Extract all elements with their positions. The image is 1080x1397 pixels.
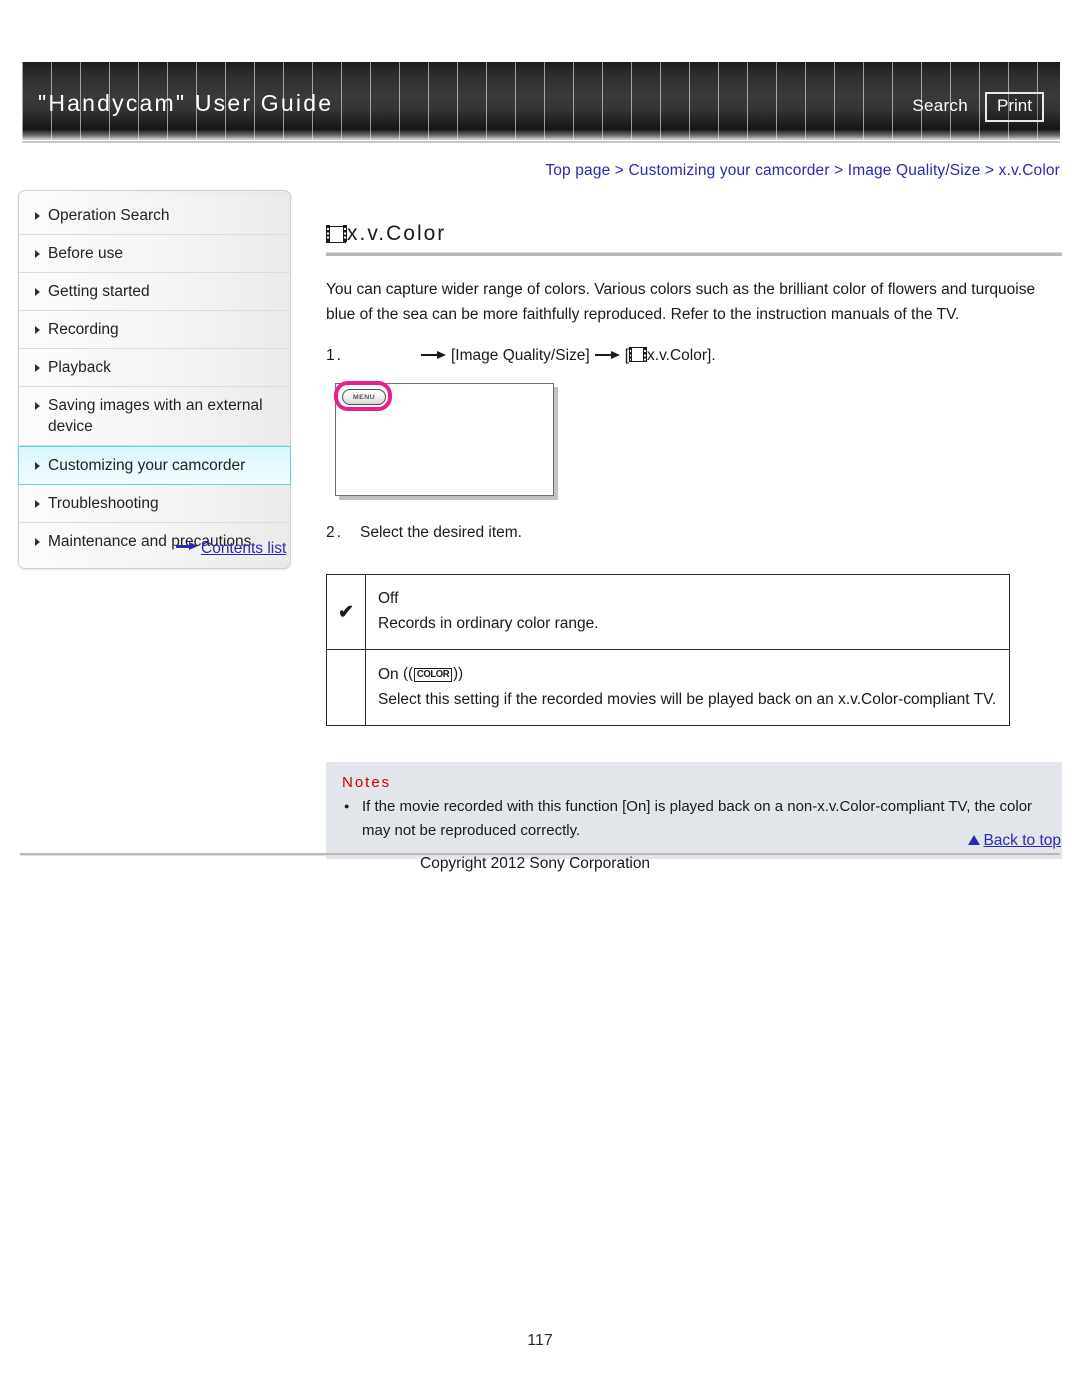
sidebar-item-getting-started[interactable]: Getting started xyxy=(19,273,290,311)
page-number: 117 xyxy=(527,1332,553,1349)
site-title: "Handycam" User Guide xyxy=(38,90,334,116)
camcorder-screen-illustration: MENU xyxy=(334,381,554,496)
menu-highlight-ring xyxy=(334,381,392,411)
option-cell: On ((COLOR)) Select this setting if the … xyxy=(365,649,1010,726)
movie-film-icon xyxy=(628,346,647,362)
table-row[interactable]: ✔ Off Records in ordinary color range. xyxy=(326,574,1010,650)
breadcrumb[interactable]: Top page > Customizing your camcorder > … xyxy=(545,162,1060,180)
sidebar-item-label: Before use xyxy=(48,245,123,262)
sidebar-item-label: Customizing your camcorder xyxy=(48,457,246,474)
options-table: ✔ Off Records in ordinary color range. O… xyxy=(326,574,1010,726)
title-divider xyxy=(326,252,1062,256)
step-1-part2: x.v.Color]. xyxy=(647,347,716,364)
option-description: Records in ordinary color range. xyxy=(378,615,599,632)
triangle-up-icon xyxy=(968,835,981,845)
sidebar-item-customizing-your-camcorder[interactable]: Customizing your camcorder xyxy=(18,446,291,485)
main-content: x.v.Color You can capture wider range of… xyxy=(325,222,1062,859)
arrow-right-icon xyxy=(421,350,446,359)
step-1-part1: [Image Quality/Size] xyxy=(451,347,590,364)
sidebar-item-label: Recording xyxy=(48,321,119,338)
step-1: 1. [Image Quality/Size][x.v.Color]. xyxy=(326,343,1062,368)
back-to-top-link[interactable]: Back to top xyxy=(968,832,1061,850)
paren-close: )) xyxy=(453,665,464,682)
back-to-top-label: Back to top xyxy=(983,832,1061,849)
arrow-right-icon xyxy=(176,542,198,551)
notes-box: Notes If the movie recorded with this fu… xyxy=(326,762,1062,859)
step-2: 2. Select the desired item. xyxy=(326,520,1062,545)
sidebar-item-label: Getting started xyxy=(48,283,150,300)
site-header: "Handycam" User Guide Search Print xyxy=(0,62,1080,145)
note-item: If the movie recorded with this function… xyxy=(342,794,1046,843)
sidebar-item-before-use[interactable]: Before use xyxy=(19,235,290,273)
sidebar-item-label: Troubleshooting xyxy=(48,495,159,512)
option-label: Off xyxy=(378,590,399,607)
option-checkmark: ✔ xyxy=(326,574,366,650)
header-bar: "Handycam" User Guide Search Print xyxy=(22,62,1060,140)
movie-film-icon xyxy=(325,225,347,243)
color-badge-icon: COLOR xyxy=(414,668,453,682)
sidebar-item-label: Saving images with an external device xyxy=(48,397,263,435)
option-label: On xyxy=(378,666,399,683)
arrow-right-icon xyxy=(594,350,620,359)
sidebar-item-recording[interactable]: Recording xyxy=(19,311,290,349)
option-checkmark xyxy=(326,649,366,726)
paren-open: (( xyxy=(403,665,413,682)
option-cell: Off Records in ordinary color range. xyxy=(365,574,1010,650)
notes-title: Notes xyxy=(342,774,392,791)
step-2-text: Select the desired item. xyxy=(360,524,522,541)
table-row[interactable]: On ((COLOR)) Select this setting if the … xyxy=(326,649,1010,726)
sidebar-item-playback[interactable]: Playback xyxy=(19,349,290,387)
header-divider xyxy=(22,141,1060,143)
sidebar-item-label: Operation Search xyxy=(48,207,170,224)
print-button[interactable]: Print xyxy=(985,92,1044,122)
step-1-number: 1. xyxy=(326,347,343,364)
option-label-row: On ((COLOR)) xyxy=(378,661,997,687)
sidebar-nav: Operation Search Before use Getting star… xyxy=(18,190,291,569)
sidebar-item-troubleshooting[interactable]: Troubleshooting xyxy=(19,485,290,523)
copyright-text: Copyright 2012 Sony Corporation xyxy=(420,855,651,872)
search-button[interactable]: Search xyxy=(912,96,968,116)
sidebar-item-label: Playback xyxy=(48,359,111,376)
page-title-text: x.v.Color xyxy=(347,222,447,245)
contents-list-label: Contents list xyxy=(201,540,287,557)
contents-list-link[interactable]: Contents list xyxy=(176,540,286,558)
step-1-body: [Image Quality/Size][x.v.Color]. xyxy=(360,343,1062,368)
sidebar-item-saving-images[interactable]: Saving images with an external device xyxy=(19,387,290,446)
option-description: Select this setting if the recorded movi… xyxy=(378,691,997,708)
intro-paragraph: You can capture wider range of colors. V… xyxy=(326,281,1036,323)
sidebar-item-operation-search[interactable]: Operation Search xyxy=(19,197,290,235)
step-2-number: 2. xyxy=(326,524,343,541)
page-title: x.v.Color xyxy=(325,222,1062,252)
